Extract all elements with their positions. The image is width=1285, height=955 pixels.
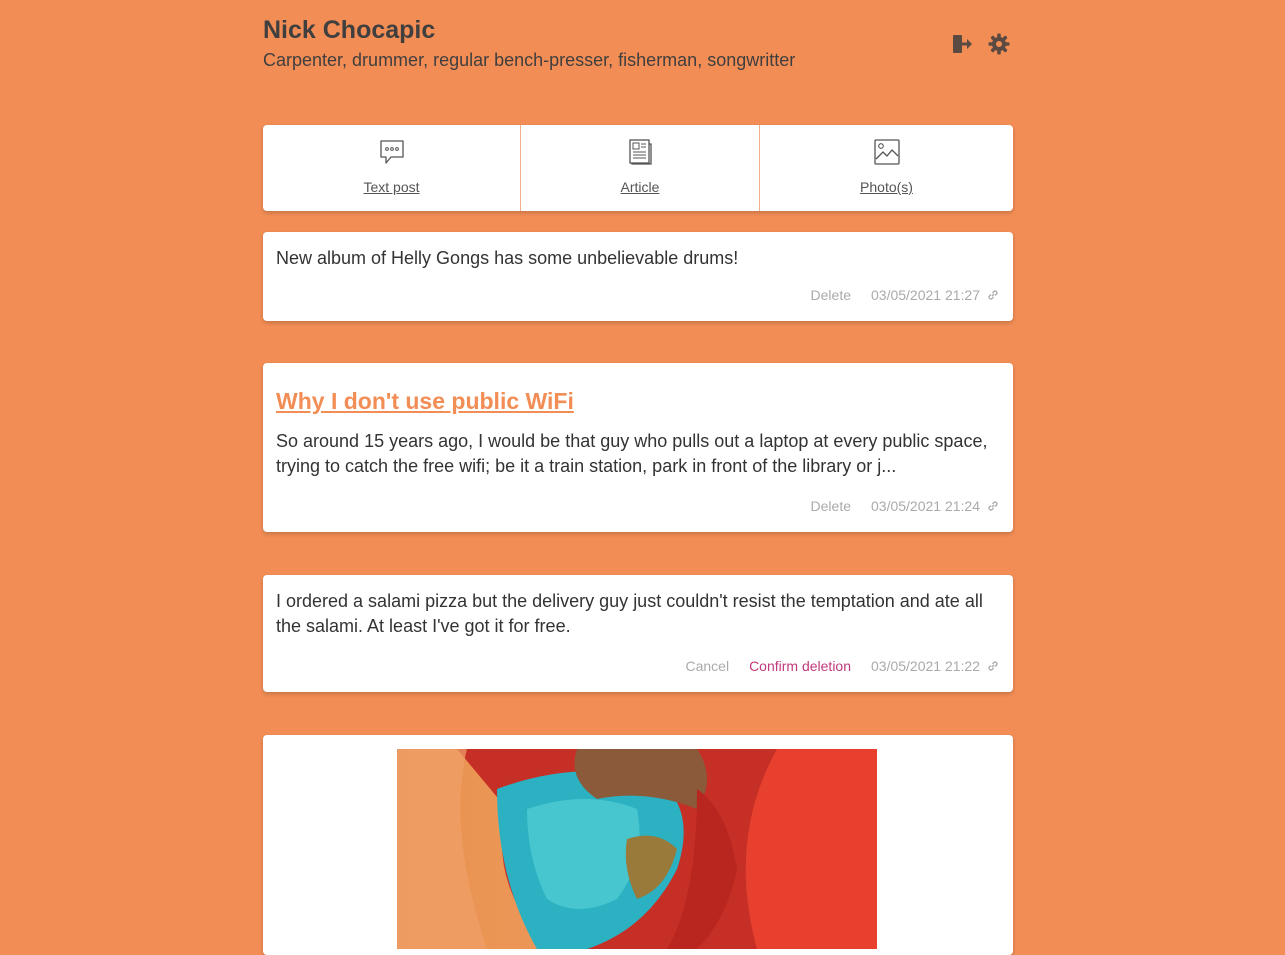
delete-button[interactable]: Delete — [811, 287, 851, 303]
chat-bubble-icon — [378, 138, 406, 171]
post-footer: Delete 03/05/2021 21:24 — [811, 498, 1000, 514]
header-actions — [950, 32, 1011, 56]
tab-text-post-label: Text post — [363, 179, 420, 195]
profile-header: Nick Chocapic Carpenter, drummer, regula… — [263, 0, 1013, 125]
text-post: I ordered a salami pizza but the deliver… — [263, 575, 1013, 692]
user-name: Nick Chocapic — [263, 16, 436, 44]
user-bio: Carpenter, drummer, regular bench-presse… — [263, 50, 796, 70]
post-composer: Text post Article Photo(s) — [263, 125, 1013, 211]
cancel-button[interactable]: Cancel — [685, 658, 729, 674]
text-post: New album of Helly Gongs has some unbeli… — [263, 232, 1013, 321]
post-text: I ordered a salami pizza but the deliver… — [276, 591, 983, 636]
post-date: 03/05/2021 21:27 — [871, 287, 980, 303]
link-icon[interactable] — [986, 288, 1000, 302]
image-icon — [873, 138, 901, 171]
article-title-link[interactable]: Why I don't use public WiFi — [276, 388, 1000, 415]
post-text: New album of Helly Gongs has some unbeli… — [276, 248, 739, 268]
feed-container: Nick Chocapic Carpenter, drummer, regula… — [263, 0, 1013, 955]
link-icon[interactable] — [986, 659, 1000, 673]
article-excerpt: So around 15 years ago, I would be that … — [276, 431, 988, 476]
tab-article[interactable]: Article — [520, 125, 759, 211]
tab-text-post[interactable]: Text post — [263, 125, 520, 211]
post-date: 03/05/2021 21:24 — [871, 498, 980, 514]
tab-photos[interactable]: Photo(s) — [759, 125, 1013, 211]
tab-article-label: Article — [620, 179, 660, 195]
confirm-deletion-button[interactable]: Confirm deletion — [749, 658, 851, 674]
delete-button[interactable]: Delete — [811, 498, 851, 514]
post-footer: Delete 03/05/2021 21:27 — [811, 287, 1000, 303]
tab-photos-label: Photo(s) — [860, 179, 913, 195]
post-footer: Cancel Confirm deletion 03/05/2021 21:22 — [685, 658, 1000, 674]
article-post: Why I don't use public WiFi So around 15… — [263, 363, 1013, 532]
logout-icon[interactable] — [950, 32, 974, 56]
gear-icon[interactable] — [987, 32, 1011, 56]
post-photo[interactable] — [397, 749, 877, 949]
post-date: 03/05/2021 21:22 — [871, 658, 980, 674]
newspaper-icon — [626, 138, 654, 171]
photo-post — [263, 735, 1013, 955]
link-icon[interactable] — [986, 499, 1000, 513]
